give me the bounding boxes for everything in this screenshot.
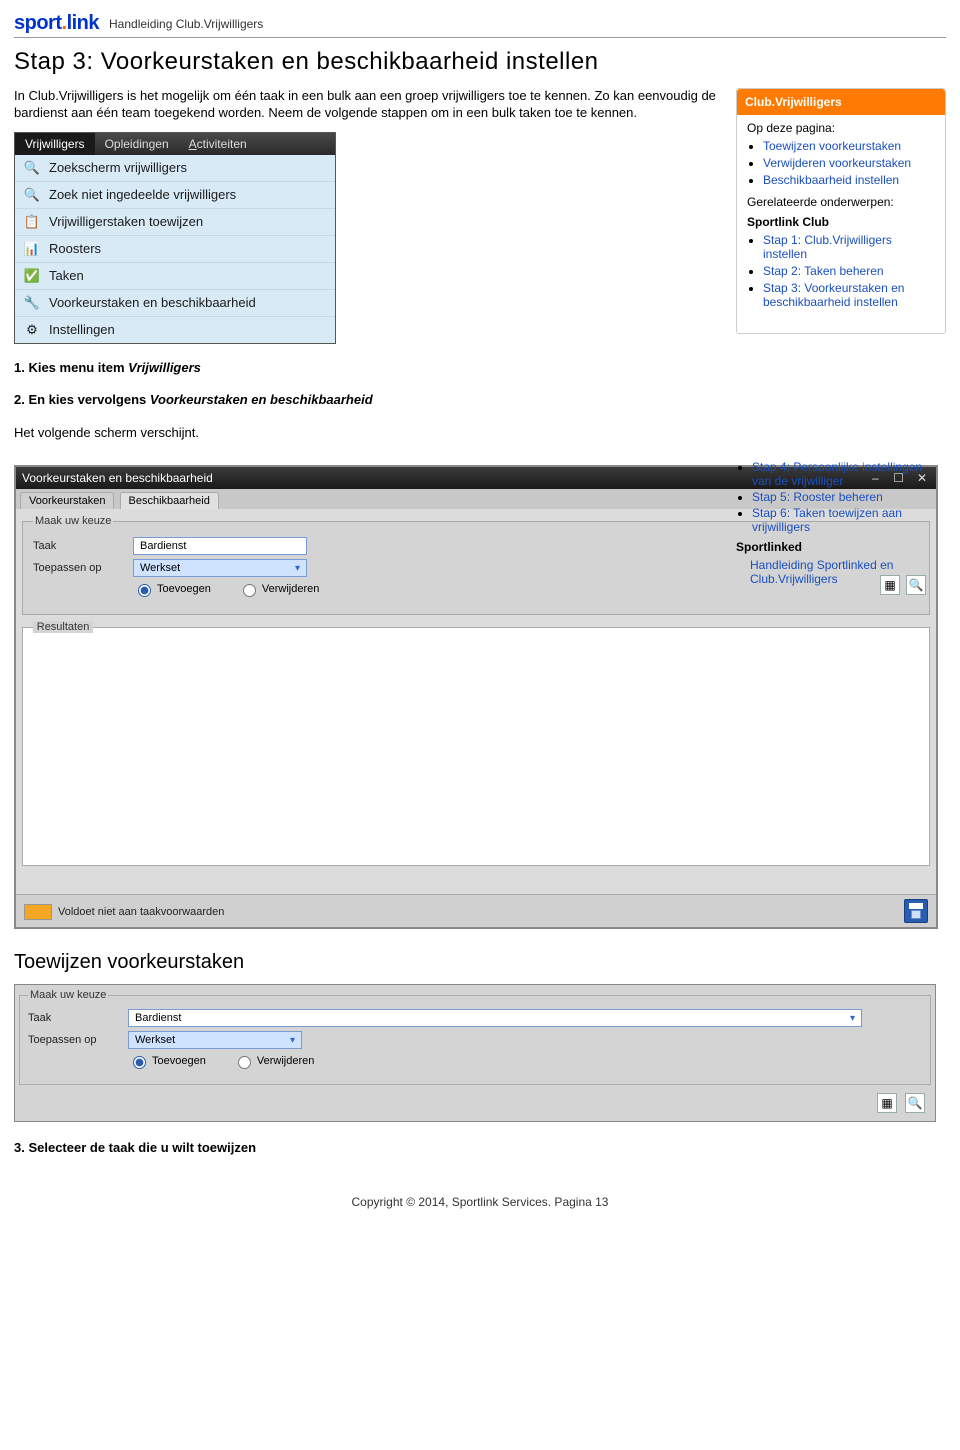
check-icon: ✅ [23,267,41,285]
grid-icon[interactable]: ▦ [877,1093,897,1113]
infobox-link[interactable]: Verwijderen voorkeurstaken [763,156,911,170]
fieldset-resultaten: Resultaten [22,621,930,866]
radio-toevoegen[interactable]: Toevoegen [133,581,223,597]
intro-paragraph: In Club.Vrijwilligers is het mogelijk om… [14,88,724,122]
logo: sport.link [14,12,99,35]
step-3: 3. Selecteer de taak die u wilt toewijze… [14,1140,256,1155]
select-taak[interactable]: Bardienst [133,537,307,555]
infobox-step-link[interactable]: Stap 1: Club.Vrijwilligers instellen [763,233,892,261]
wrench-icon: 🔧 [23,294,41,312]
infobox-op: Op deze pagina: [747,121,935,135]
select-toepassen[interactable]: Werkset▾ [133,559,307,577]
status-swatch [24,904,52,920]
infobox-step-link[interactable]: Stap 2: Taken beheren [763,264,884,278]
menu-item-label: Taken [49,268,84,283]
section-heading: Toewijzen voorkeurstaken [14,951,946,974]
step-1-italic: Vrijwilligers [128,360,201,375]
status-left: Voldoet niet aan taakvoorwaarden [24,903,224,920]
infobox-handleiding-link[interactable]: Handleiding Sportlinked en Club.Vrijwill… [750,558,893,586]
label-toepassen: Toepassen op [33,562,133,574]
radio-verwijderen[interactable]: Verwijderen [238,581,331,597]
search-icon: 🔍 [23,159,41,177]
menu-item[interactable]: 🔍 Zoek niet ingedeelde vrijwilligers [15,182,335,209]
chevron-down-icon: ▾ [850,1013,855,1024]
header-subtitle: Handleiding Club.Vrijwilligers [109,17,263,31]
menu-item-label: Instellingen [49,322,115,337]
menu-item[interactable]: 📋 Vrijwilligerstaken toewijzen [15,209,335,236]
step-after: Het volgende scherm verschijnt. [14,423,724,443]
step-1-prefix: 1. Kies menu item [14,360,128,375]
menu-screenshot: Vrijwilligers Opleidingen Activiteiten 🔍… [14,132,336,344]
menu-item-label: Zoekscherm vrijwilligers [49,160,187,175]
menu-item[interactable]: 🔧 Voorkeurstaken en beschikbaarheid [15,290,335,317]
search-x-icon: 🔍 [23,186,41,204]
tab-beschikbaarheid[interactable]: Beschikbaarheid [120,492,219,509]
infobox-step-link[interactable]: Stap 5: Rooster beheren [752,490,883,504]
select-taak[interactable]: Bardienst▾ [128,1009,862,1027]
label-taak: Taak [28,1012,128,1024]
infobox-related: Gerelateerde onderwerpen: [747,195,935,209]
fieldset-legend: Maak uw keuze [33,515,113,527]
logo-text-1: sport [14,12,62,34]
page-title: Stap 3: Voorkeurstaken en beschikbaarhei… [14,48,946,76]
menu-item-label: Voorkeurstaken en beschikbaarheid [49,295,256,310]
infobox-step-link[interactable]: Stap 4: Persoonlijke instellingen van de… [752,460,922,488]
chart-icon: 📊 [23,240,41,258]
page-footer: Copyright © 2014, Sportlink Services. Pa… [14,1195,946,1209]
infobox-overflow: Stap 4: Persoonlijke instellingen van de… [736,460,936,586]
chevron-down-icon: ▾ [295,563,300,574]
save-icon[interactable] [904,899,928,923]
menu-item[interactable]: ✅ Taken [15,263,335,290]
menu-item-label: Zoek niet ingedeelde vrijwilligers [49,187,236,202]
smallform: Maak uw keuze Taak Bardienst▾ Toepassen … [14,984,936,1122]
logo-text-2: link [67,12,99,34]
tab-voorkeurstaken[interactable]: Voorkeurstaken [20,492,114,509]
infobox-step-link[interactable]: Stap 6: Taken toewijzen aan vrijwilliger… [752,506,902,534]
step-2-prefix: 2. En kies vervolgens [14,392,150,407]
dialog-title: Voorkeurstaken en beschikbaarheid [22,471,213,485]
infobox-section: Sportlink Club [747,215,935,229]
chevron-down-icon: ▾ [290,1035,295,1046]
gear-icon: ⚙ [23,321,41,339]
page-header: sport.link Handleiding Club.Vrijwilliger… [14,12,946,38]
infobox-link[interactable]: Toewijzen voorkeurstaken [763,139,901,153]
search-icon[interactable]: 🔍 [905,1093,925,1113]
infobox-link[interactable]: Beschikbaarheid instellen [763,173,899,187]
menu-tab-opleidingen[interactable]: Opleidingen [95,133,179,155]
fieldset-legend: Resultaten [33,621,94,633]
step-2-italic: Voorkeurstaken en beschikbaarheid [150,392,373,407]
menu-tab-vrijwilligers[interactable]: Vrijwilligers [15,133,95,155]
label-taak: Taak [33,540,133,552]
menu-item-label: Roosters [49,241,101,256]
menu-item-label: Vrijwilligerstaken toewijzen [49,214,203,229]
instruction-steps: 1. Kies menu item Vrijwilligers 2. En ki… [14,358,724,443]
radio-toevoegen[interactable]: Toevoegen [128,1053,218,1069]
fieldset-legend: Maak uw keuze [28,989,108,1001]
label-toepassen: Toepassen op [28,1034,128,1046]
infobox: Club.Vrijwilligers Op deze pagina: Toewi… [736,88,946,334]
status-text: Voldoet niet aan taakvoorwaarden [58,906,224,918]
clipboard-icon: 📋 [23,213,41,231]
menu-tab-activiteiten[interactable]: Activiteiten [179,133,257,155]
select-toepassen[interactable]: Werkset▾ [128,1031,302,1049]
menu-item[interactable]: 🔍 Zoekscherm vrijwilligers [15,155,335,182]
menu-item[interactable]: 📊 Roosters [15,236,335,263]
infobox-section: Sportlinked [736,540,936,554]
infobox-header: Club.Vrijwilligers [737,89,945,115]
menu-item[interactable]: ⚙ Instellingen [15,317,335,343]
infobox-step-link[interactable]: Stap 3: Voorkeurstaken en beschikbaarhei… [763,281,904,309]
radio-verwijderen[interactable]: Verwijderen [233,1053,326,1069]
